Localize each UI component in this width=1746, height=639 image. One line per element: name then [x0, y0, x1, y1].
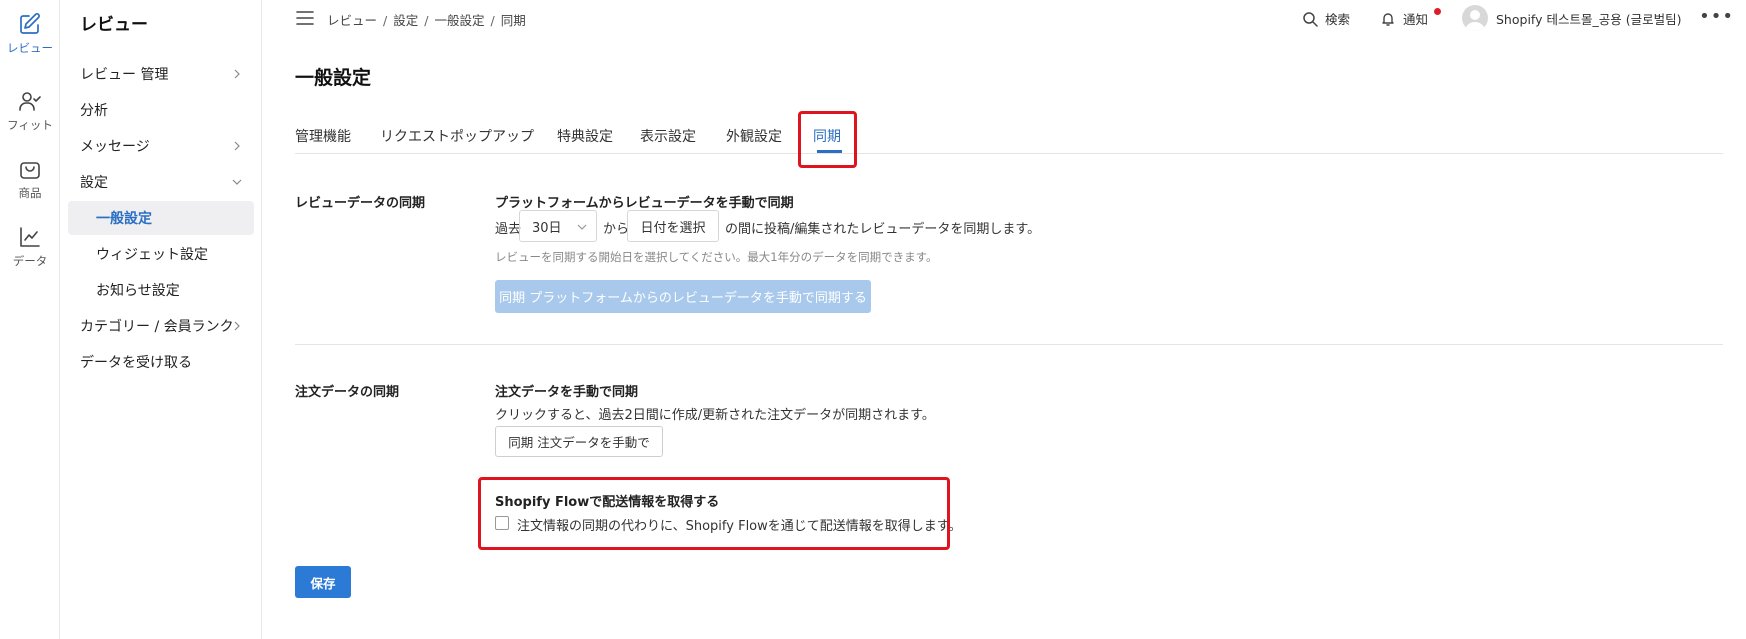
user-check-icon: [19, 92, 41, 111]
period-select[interactable]: 30日: [519, 210, 597, 242]
sidebar-title: レビュー: [80, 15, 148, 35]
sidebar-item-label: 一般設定: [96, 211, 152, 227]
sidebar-item-label: カテゴリー / 会員ランク: [80, 319, 234, 335]
avatar: [1462, 5, 1488, 31]
notification-button[interactable]: 通知: [1380, 8, 1441, 28]
sidebar-item-general-settings[interactable]: 一般設定: [68, 201, 254, 235]
breadcrumb-item[interactable]: 一般設定: [434, 13, 484, 28]
section-divider: [295, 344, 1723, 345]
tab-benefit-settings[interactable]: 特典設定: [557, 126, 613, 146]
sidebar-item-settings[interactable]: 設定: [68, 165, 254, 199]
rail-item-review[interactable]: レビュー: [0, 12, 60, 56]
sidebar-item-widget-settings[interactable]: ウィジェット設定: [68, 237, 254, 271]
user-avatar-icon: [1465, 10, 1485, 31]
review-sync-from: から: [603, 222, 630, 237]
sidebar-item-label: ウィジェット設定: [96, 247, 208, 263]
more-icon[interactable]: •••: [1699, 8, 1734, 26]
notification-dot: [1434, 8, 1441, 15]
date-picker-button[interactable]: 日付を選択: [627, 210, 719, 242]
highlight-box-sync-tab: [798, 111, 857, 168]
sidebar-item-messages[interactable]: メッセージ: [68, 129, 254, 163]
breadcrumb-item: 同期: [500, 13, 526, 28]
sidebar-item-label: 分析: [80, 103, 108, 119]
review-sync-title: プラットフォームからレビューデータを手動で同期: [495, 196, 794, 211]
chevron-down-icon: [232, 179, 242, 185]
sidebar: レビュー レビュー 管理 分析 メッセージ 設定 一般設定 ウィジェット設定 お…: [60, 0, 262, 639]
sidebar-item-review-management[interactable]: レビュー 管理: [68, 57, 254, 91]
rail-label: フィット: [7, 118, 53, 132]
sidebar-item-category-rank[interactable]: カテゴリー / 会員ランク: [68, 309, 254, 343]
search-label: 検索: [1325, 12, 1351, 27]
sidebar-item-analytics[interactable]: 分析: [68, 93, 254, 127]
save-button[interactable]: 保存: [295, 566, 351, 598]
sidebar-item-receive-data[interactable]: データを受け取る: [68, 345, 254, 379]
sidebar-item-label: データを受け取る: [80, 355, 192, 371]
tab-management[interactable]: 管理機能: [295, 126, 351, 146]
order-sync-title: 注文データを手動で同期: [495, 385, 639, 400]
review-sync-section-label: レビューデータの同期: [295, 196, 426, 211]
sync-reviews-button[interactable]: 同期 プラットフォームからのレビューデータを手動で同期する: [495, 280, 871, 313]
rail-label: レビュー: [7, 41, 53, 55]
sidebar-item-label: お知らせ設定: [96, 283, 180, 299]
bell-icon: [1382, 12, 1394, 26]
review-sync-hint: レビューを同期する開始日を選択してください。最大1年分のデータを同期できます。: [495, 250, 938, 264]
shopping-bag-icon: [20, 162, 40, 179]
menu-icon[interactable]: [296, 10, 314, 26]
review-sync-prefix: 過去: [495, 222, 522, 237]
search-button[interactable]: 検索: [1302, 9, 1350, 28]
breadcrumb-item[interactable]: 設定: [393, 13, 418, 28]
sidebar-item-label: メッセージ: [80, 139, 150, 155]
chevron-right-icon: [234, 141, 240, 151]
search-icon: [1303, 11, 1318, 27]
tab-appearance-settings[interactable]: 外観設定: [726, 126, 782, 146]
rail-label: 商品: [18, 186, 42, 200]
tab-request-popup[interactable]: リクエストポップアップ: [380, 126, 534, 146]
chevron-down-icon: [577, 224, 587, 230]
order-sync-description: クリックすると、過去2日間に作成/更新された注文データが同期されます。: [495, 408, 935, 423]
chevron-right-icon: [234, 321, 240, 331]
breadcrumb: レビュー / 設定 / 一般設定 / 同期: [327, 13, 526, 28]
review-sync-suffix: の間に投稿/編集されたレビューデータを同期します。: [725, 222, 1041, 237]
app-rail: レビュー フィット 商品 データ: [0, 0, 60, 639]
tab-bar: 管理機能 リクエストポップアップ 特典設定 表示設定 外観設定 同期: [295, 110, 1723, 154]
breadcrumb-item[interactable]: レビュー: [327, 13, 377, 28]
topbar: レビュー / 設定 / 一般設定 / 同期 検索 通知 Shopify 테스트몰_공용 (글…: [262, 0, 1746, 38]
notification-label: 通知: [1403, 12, 1429, 27]
sidebar-item-label: レビュー 管理: [80, 67, 169, 83]
store-account-button[interactable]: Shopify 테스트몰_공용 (글로벌팀): [1462, 5, 1681, 31]
store-name: Shopify 테스트몰_공용 (글로벌팀): [1496, 11, 1682, 27]
period-select-value: 30日: [532, 220, 562, 236]
highlight-box-shopify-flow: [478, 477, 950, 550]
sidebar-item-label: 設定: [80, 175, 108, 191]
rail-item-products[interactable]: 商品: [0, 157, 60, 201]
order-sync-section-label: 注文データの同期: [295, 385, 400, 400]
edit-icon: [20, 13, 40, 34]
line-chart-icon: [20, 227, 40, 247]
sync-orders-button[interactable]: 同期 注文データを手動で: [495, 426, 663, 457]
rail-item-data[interactable]: データ: [0, 225, 60, 269]
chevron-right-icon: [234, 69, 240, 79]
tab-display-settings[interactable]: 表示設定: [640, 126, 696, 146]
rail-label: データ: [12, 254, 48, 268]
sidebar-item-notice-settings[interactable]: お知らせ設定: [68, 273, 254, 307]
rail-item-fit[interactable]: フィット: [0, 89, 60, 133]
page-title: 一般設定: [295, 67, 372, 89]
